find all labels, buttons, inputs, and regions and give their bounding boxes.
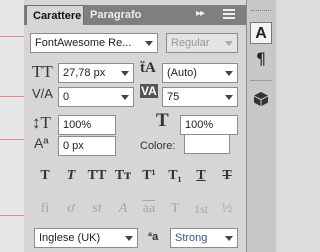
swash-button[interactable]: A xyxy=(112,198,134,220)
chevron-down-icon xyxy=(225,236,233,241)
guide-line xyxy=(0,36,24,37)
panel-menu-icon[interactable] xyxy=(220,7,238,21)
guide-line xyxy=(0,96,24,97)
color-swatch[interactable] xyxy=(184,134,230,154)
titling-alternates-button[interactable]: T xyxy=(164,198,186,220)
kerning-value: 0 xyxy=(63,91,70,103)
leading-icon: ẗA xyxy=(140,60,156,76)
subscript-button[interactable]: T₁ xyxy=(164,165,186,187)
font-family-select[interactable]: FontAwesome Re... xyxy=(30,33,158,53)
chevron-down-icon xyxy=(225,71,233,76)
font-size-icon: TT xyxy=(32,62,53,81)
font-size-value: 27,78 px xyxy=(63,67,106,79)
vertical-scale-field[interactable]: 100% xyxy=(58,115,116,135)
type-style-buttons: T T TT Tт T¹ T₁ T T xyxy=(34,165,238,187)
kerning-icon: V/A xyxy=(32,86,53,101)
chevron-down-icon xyxy=(145,41,153,46)
tracking-field[interactable]: 75 xyxy=(162,87,238,107)
panel-tab-bar: Carattere Paragrafo ▸▸ xyxy=(24,5,246,25)
antialias-value: Strong xyxy=(175,232,208,244)
divider xyxy=(250,80,272,81)
discretionary-ligatures-button[interactable]: st xyxy=(86,198,108,220)
baseline-shift-value: 0 px xyxy=(63,140,84,152)
faux-italic-button[interactable]: T xyxy=(60,165,82,187)
character-panel: Carattere Paragrafo ▸▸ FontAwesome Re...… xyxy=(24,0,247,252)
guide-line xyxy=(0,215,24,216)
chevron-down-icon xyxy=(121,95,129,100)
language-select[interactable]: Inglese (UK) xyxy=(34,228,138,248)
strikethrough-button[interactable]: T xyxy=(216,165,238,187)
leading-value: (Auto) xyxy=(167,67,197,79)
standard-ligatures-button[interactable]: fi xyxy=(34,198,56,220)
tracking-icon: VA xyxy=(140,84,158,98)
fractions-button[interactable]: ½ xyxy=(216,198,238,220)
opentype-buttons: fi ơ st A aa T 1st ½ xyxy=(34,198,238,220)
baseline-shift-field[interactable]: 0 px xyxy=(58,136,116,156)
chevron-down-icon xyxy=(225,95,233,100)
superscript-button[interactable]: T¹ xyxy=(138,165,160,187)
font-style-value: Regular xyxy=(171,37,210,49)
baseline-shift-icon: Aª xyxy=(34,135,49,151)
vertical-scale-value: 100% xyxy=(63,119,92,131)
faux-bold-button[interactable]: T xyxy=(34,165,56,187)
contextual-alternates-button[interactable]: ơ xyxy=(60,198,82,220)
vertical-scale-icon: ↕T xyxy=(32,113,51,132)
font-size-field[interactable]: 27,78 px xyxy=(58,63,134,83)
small-caps-button[interactable]: Tт xyxy=(112,165,134,187)
stylistic-alternates-button[interactable]: aa xyxy=(138,198,160,220)
color-label: Colore: xyxy=(140,140,176,152)
underline-button[interactable]: T xyxy=(190,165,212,187)
ordinals-button[interactable]: 1st xyxy=(190,198,212,220)
grip-handle[interactable] xyxy=(251,10,271,13)
tab-character[interactable]: Carattere xyxy=(26,5,84,25)
chevron-down-icon xyxy=(121,71,129,76)
guide-line xyxy=(0,139,24,140)
chevron-down-icon xyxy=(125,236,133,241)
tab-paragraph[interactable]: Paragrafo xyxy=(84,5,144,25)
kerning-field[interactable]: 0 xyxy=(58,87,134,107)
collapse-arrows-icon[interactable]: ▸▸ xyxy=(196,8,205,19)
font-style-select[interactable]: Regular xyxy=(166,33,238,53)
antialias-icon: ªa xyxy=(148,231,159,243)
character-panel-icon[interactable]: A xyxy=(250,22,272,44)
paragraph-panel-icon[interactable]: ¶ xyxy=(250,48,272,70)
language-value: Inglese (UK) xyxy=(39,232,101,244)
horizontal-scale-icon: T xyxy=(156,110,169,131)
tracking-value: 75 xyxy=(167,91,180,103)
horizontal-scale-value: 100% xyxy=(185,119,214,131)
canvas-strip xyxy=(0,0,24,252)
chevron-down-icon xyxy=(225,41,233,46)
font-family-value: FontAwesome Re... xyxy=(35,37,132,49)
cube-icon[interactable] xyxy=(250,88,272,110)
all-caps-button[interactable]: TT xyxy=(86,165,108,187)
panel-toolstrip: A ¶ xyxy=(247,0,276,252)
horizontal-scale-field[interactable]: 100% xyxy=(180,115,238,135)
antialias-select[interactable]: Strong xyxy=(170,228,238,248)
leading-field[interactable]: (Auto) xyxy=(162,63,238,83)
